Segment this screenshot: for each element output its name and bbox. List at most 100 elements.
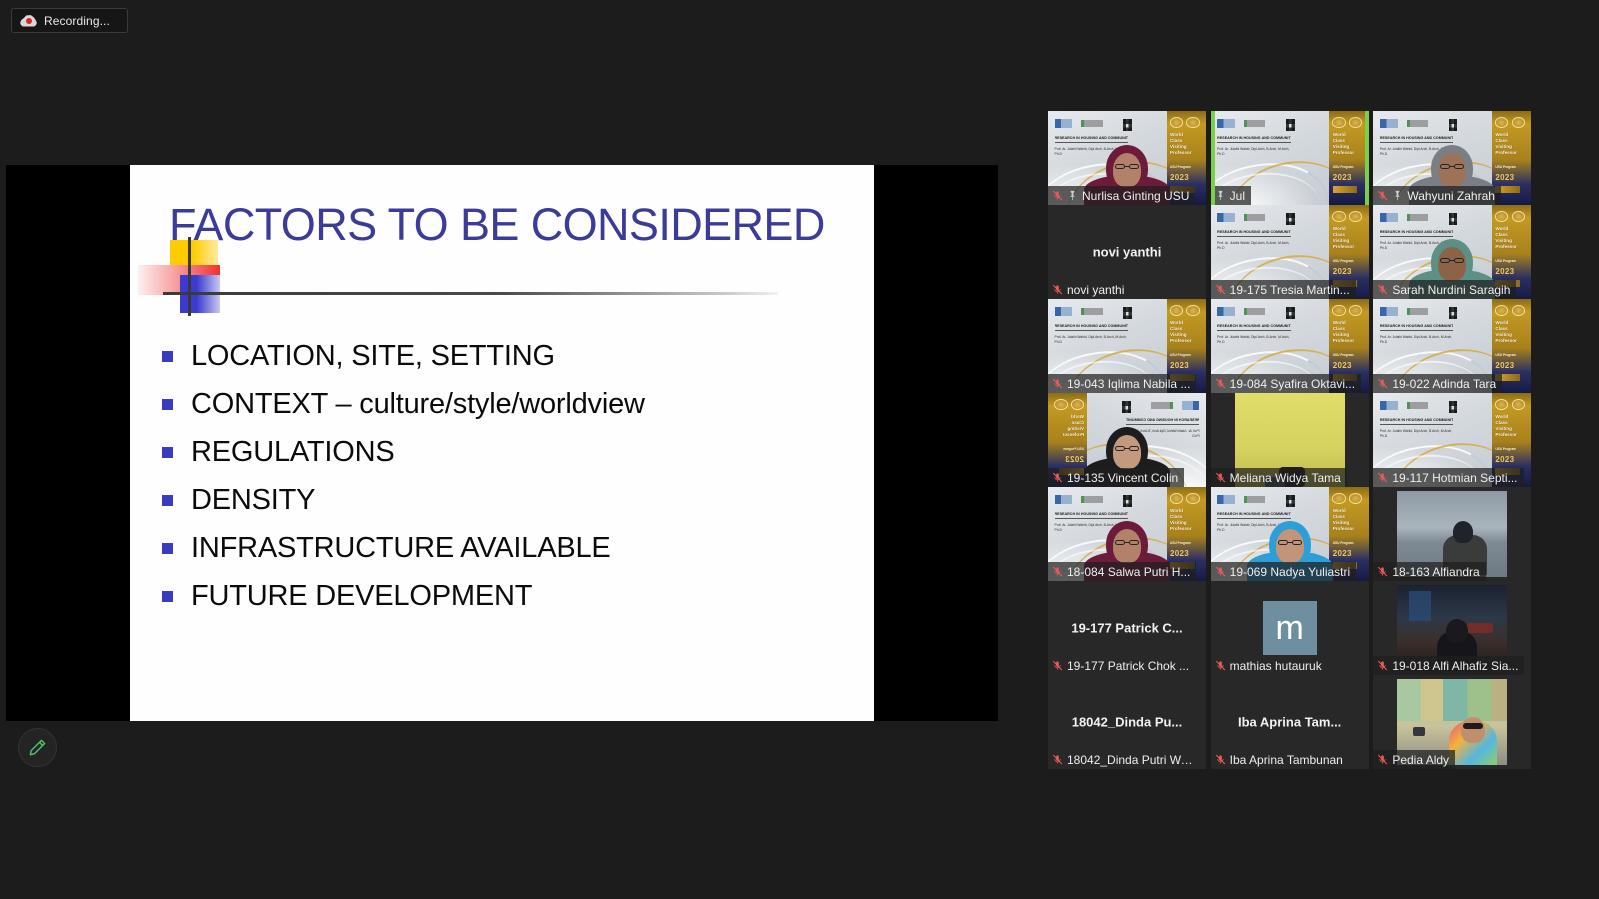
- slide-bullet-item: FUTURE DEVELOPMENT: [162, 572, 842, 620]
- bullet-square-icon: [162, 590, 173, 602]
- poster-banner-sub: USU Program: [1495, 446, 1517, 451]
- mic-muted-icon: [1378, 660, 1388, 671]
- participant-tile[interactable]: RESEARCH IN HOUSING AND COMMUNITY Prof. A…: [1210, 299, 1369, 393]
- participant-grid[interactable]: RESEARCH IN HOUSING AND COMMUNITY Prof. A…: [1047, 110, 1535, 769]
- poster-title: RESEARCH IN HOUSING AND COMMUNITY: [1379, 418, 1454, 425]
- poster-logo-mid: [1243, 120, 1266, 127]
- participant-name: 19-069 Nadya Yuliastri: [1229, 564, 1351, 579]
- participant-tile[interactable]: 19-177 Patrick C... 19-177 Patrick Chok .…: [1048, 581, 1206, 675]
- poster-seal-icon-2: [1186, 304, 1200, 316]
- qr-code-icon: [1123, 495, 1133, 507]
- mic-muted-icon: [1378, 472, 1388, 483]
- poster-year: 2023: [1332, 173, 1352, 183]
- poster-presenter: Prof. Ar. Julaihi Wahid, Dipl.Arch, B.Ar…: [1379, 334, 1453, 344]
- poster-banner-text: World Class Visiting Professor: [1332, 319, 1355, 344]
- participant-name-strip: Pedia Aldy: [1373, 750, 1456, 769]
- participant-tile[interactable]: Pedia Aldy: [1373, 675, 1532, 769]
- poster-banner-text: World Class Visiting Professor: [1495, 131, 1517, 156]
- poster-logo-left: [1181, 401, 1200, 410]
- avatar: m: [1262, 601, 1317, 655]
- poster-seal-icon-2: [1186, 492, 1200, 504]
- poster-banner-text: World Class Visiting Professor: [1332, 131, 1355, 156]
- poster-year: 2023: [1495, 361, 1515, 371]
- poster-banner-text: World Class Visiting Professor: [1062, 413, 1084, 438]
- poster-seal-icon-2: [1348, 116, 1363, 128]
- poster-year: 2023: [1170, 173, 1190, 183]
- participant-tile[interactable]: RESEARCH IN HOUSING AND COMMUNITY Prof. A…: [1373, 299, 1532, 393]
- poster-banner-text: World Class Visiting Professor: [1170, 131, 1192, 156]
- poster-seal-icon-2: [1348, 492, 1363, 504]
- slide-bullet-text: LOCATION, SITE, SETTING: [191, 339, 555, 372]
- participant-name-strip: Jul: [1210, 186, 1251, 205]
- participant-name: 19-084 Syafira Oktavi...: [1229, 376, 1356, 391]
- participant-tile[interactable]: Iba Aprina Tam... Iba Aprina Tambunan: [1210, 675, 1369, 769]
- qr-code-icon: [1285, 495, 1295, 507]
- poster-seal-icon-1: [1169, 304, 1183, 316]
- poster-logo-left: [1054, 119, 1073, 128]
- poster-seal-icon-2: [1511, 398, 1525, 410]
- participant-name-strip: 19-117 Hotmian Septi...: [1373, 468, 1524, 487]
- participant-tile[interactable]: Meliana Widya Tama: [1210, 393, 1369, 487]
- participant-name-strip: Wahyuni Zahrah: [1373, 186, 1501, 205]
- participant-tile[interactable]: RESEARCH IN HOUSING AND COMMUNITY Prof. A…: [1048, 299, 1206, 393]
- participant-tile[interactable]: 18042_Dinda Pu... 18042_Dinda Putri Wa...: [1048, 675, 1206, 769]
- participant-tile[interactable]: RESEARCH IN HOUSING AND COMMUNITY Prof. A…: [1210, 111, 1369, 205]
- shared-screen-area[interactable]: FACTORS TO BE CONSIDERED LOCATION, SITE,…: [6, 165, 998, 721]
- slide-bullet-text: REGULATIONS: [191, 435, 395, 468]
- mic-muted-icon: [1053, 378, 1063, 389]
- mic-muted-icon: [1215, 566, 1225, 577]
- poster-seal-icon-1: [1494, 210, 1509, 222]
- participant-name: novi yanthi: [1067, 282, 1125, 297]
- poster-seal-icon-1: [1071, 398, 1085, 410]
- participant-tile[interactable]: RESEARCH IN HOUSING AND COMMUNITY Prof. A…: [1210, 487, 1369, 581]
- qr-code-icon: [1448, 213, 1458, 225]
- participant-name: 18-163 Alfiandra: [1392, 564, 1480, 579]
- participant-name: 19-117 Hotmian Septi...: [1392, 470, 1518, 485]
- poster-seal-icon-1: [1332, 210, 1346, 222]
- poster-year: 2023: [1170, 361, 1190, 371]
- participant-tile[interactable]: RESEARCH IN HOUSING AND COMMUNITY Prof. A…: [1048, 487, 1206, 581]
- participant-tile[interactable]: 18-163 Alfiandra: [1373, 487, 1532, 581]
- participant-tile[interactable]: RESEARCH IN HOUSING AND COMMUNITY Prof. A…: [1373, 393, 1532, 487]
- poster-banner-sub: USU Program: [1495, 164, 1517, 169]
- slide-bullet-text: FUTURE DEVELOPMENT: [191, 579, 533, 612]
- poster-logo-mid: [1406, 402, 1428, 409]
- participant-tile[interactable]: RESEARCH IN HOUSING AND COMMUNITY Prof. A…: [1048, 393, 1206, 487]
- participant-tile[interactable]: m mathias hutauruk: [1210, 581, 1369, 675]
- poster-banner-sub: USU Program: [1170, 164, 1191, 169]
- participant-name: 18-084 Salwa Putri H...: [1067, 564, 1191, 579]
- participant-tile[interactable]: 19-018 Alfi Alhafiz Sia...: [1373, 581, 1532, 675]
- slide-bullet-text: CONTEXT – culture/style/worldview: [191, 387, 645, 420]
- participant-name: Iba Aprina Tambunan: [1229, 752, 1343, 767]
- mic-muted-icon: [1053, 754, 1063, 765]
- participant-center-name: 19-177 Patrick C...: [1071, 620, 1183, 636]
- bullet-square-icon: [162, 398, 173, 410]
- recording-indicator[interactable]: Recording...: [11, 8, 128, 33]
- participant-name-strip: 19-018 Alfi Alhafiz Sia...: [1373, 656, 1525, 675]
- participant-name: 19-018 Alfi Alhafiz Sia...: [1392, 658, 1519, 673]
- annotate-button[interactable]: [18, 728, 57, 767]
- mic-muted-icon: [1378, 566, 1388, 577]
- recording-cloud-icon: [20, 14, 37, 28]
- poster-seal-icon-2: [1348, 304, 1363, 316]
- poster-logo-mid: [1081, 496, 1103, 503]
- bullet-square-icon: [162, 350, 173, 362]
- poster-year: 2023: [1495, 173, 1515, 183]
- participant-tile[interactable]: RESEARCH IN HOUSING AND COMMUNITY Prof. A…: [1373, 111, 1532, 205]
- poster-seal-icon-1: [1494, 116, 1509, 128]
- participant-name: 19-022 Adinda Tara: [1392, 376, 1497, 391]
- participant-name: 19-177 Patrick Chok ...: [1067, 658, 1190, 673]
- participant-tile[interactable]: RESEARCH IN HOUSING AND COMMUNITY Prof. A…: [1373, 205, 1532, 299]
- participant-tile[interactable]: RESEARCH IN HOUSING AND COMMUNITY Prof. A…: [1048, 111, 1206, 205]
- slide-bullet-item: CONTEXT – culture/style/worldview: [162, 380, 842, 428]
- participant-tile[interactable]: RESEARCH IN HOUSING AND COMMUNITY Prof. A…: [1210, 205, 1369, 299]
- participant-name-strip: Meliana Widya Tama: [1210, 468, 1347, 487]
- poster-logo-mid: [1243, 496, 1266, 503]
- mic-muted-icon: [1053, 660, 1063, 671]
- participant-tile[interactable]: novi yanthi novi yanthi: [1048, 205, 1206, 299]
- poster-title: RESEARCH IN HOUSING AND COMMUNITY: [1217, 136, 1291, 143]
- qr-code-icon: [1285, 213, 1295, 225]
- poster-banner-sub: USU Program: [1332, 164, 1354, 169]
- poster-presenter: Prof. Ar. Julaihi Wahid, Dipl.Arch, B.Ar…: [1217, 146, 1290, 156]
- participant-name: mathias hutauruk: [1229, 658, 1322, 673]
